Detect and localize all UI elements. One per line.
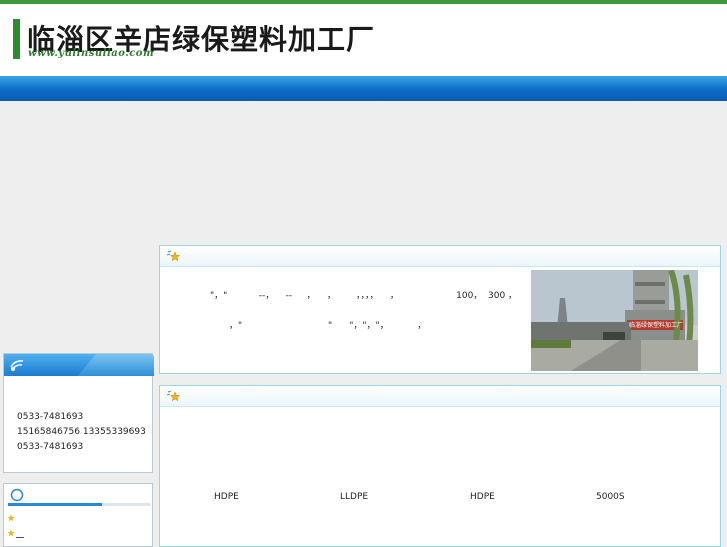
products-panel-header	[160, 386, 720, 407]
logo-bar	[13, 19, 20, 59]
intro-text-line-2: ，" " "，"，"， ，	[229, 321, 427, 331]
news-box-progress-fill	[8, 503, 102, 506]
news-box	[3, 483, 153, 547]
site-header: 临淄区辛店绿保塑料加工厂 www.yulinsuliao.com	[0, 4, 727, 76]
products-panel	[159, 385, 721, 547]
contact-mobiles: 15165846756 13355339693	[17, 427, 146, 437]
product-item-3[interactable]: HDPE	[470, 492, 495, 502]
photo-sign-text: 临淄绿保塑料加工厂	[629, 321, 683, 329]
intro-panel-header	[160, 246, 720, 267]
factory-photo: 临淄绿保塑料加工厂	[531, 270, 698, 371]
navigation-bar	[0, 76, 727, 101]
circle-icon	[10, 488, 24, 502]
bullet-star-icon	[7, 514, 15, 522]
factory-photo-image: 临淄绿保塑料加工厂	[531, 270, 698, 371]
phone-icon	[10, 360, 24, 371]
product-item-1[interactable]: HDPE	[214, 492, 239, 502]
news-link-underline[interactable]	[16, 537, 24, 538]
star-icon	[166, 390, 180, 402]
site-url[interactable]: www.yulinsuliao.com	[28, 48, 154, 59]
contact-phone-1: 0533-7481693	[17, 412, 84, 422]
intro-text-line-1: "，" --， -- ， ， ，，，， ， 100， 300 ，	[210, 291, 518, 301]
bullet-star-icon	[7, 529, 15, 537]
product-item-2[interactable]: LLDPE	[340, 492, 368, 502]
contact-box-header	[4, 354, 154, 376]
contact-phone-2: 0533-7481693	[17, 442, 84, 452]
product-item-4[interactable]: 5000S	[596, 492, 625, 502]
star-icon	[166, 250, 180, 262]
